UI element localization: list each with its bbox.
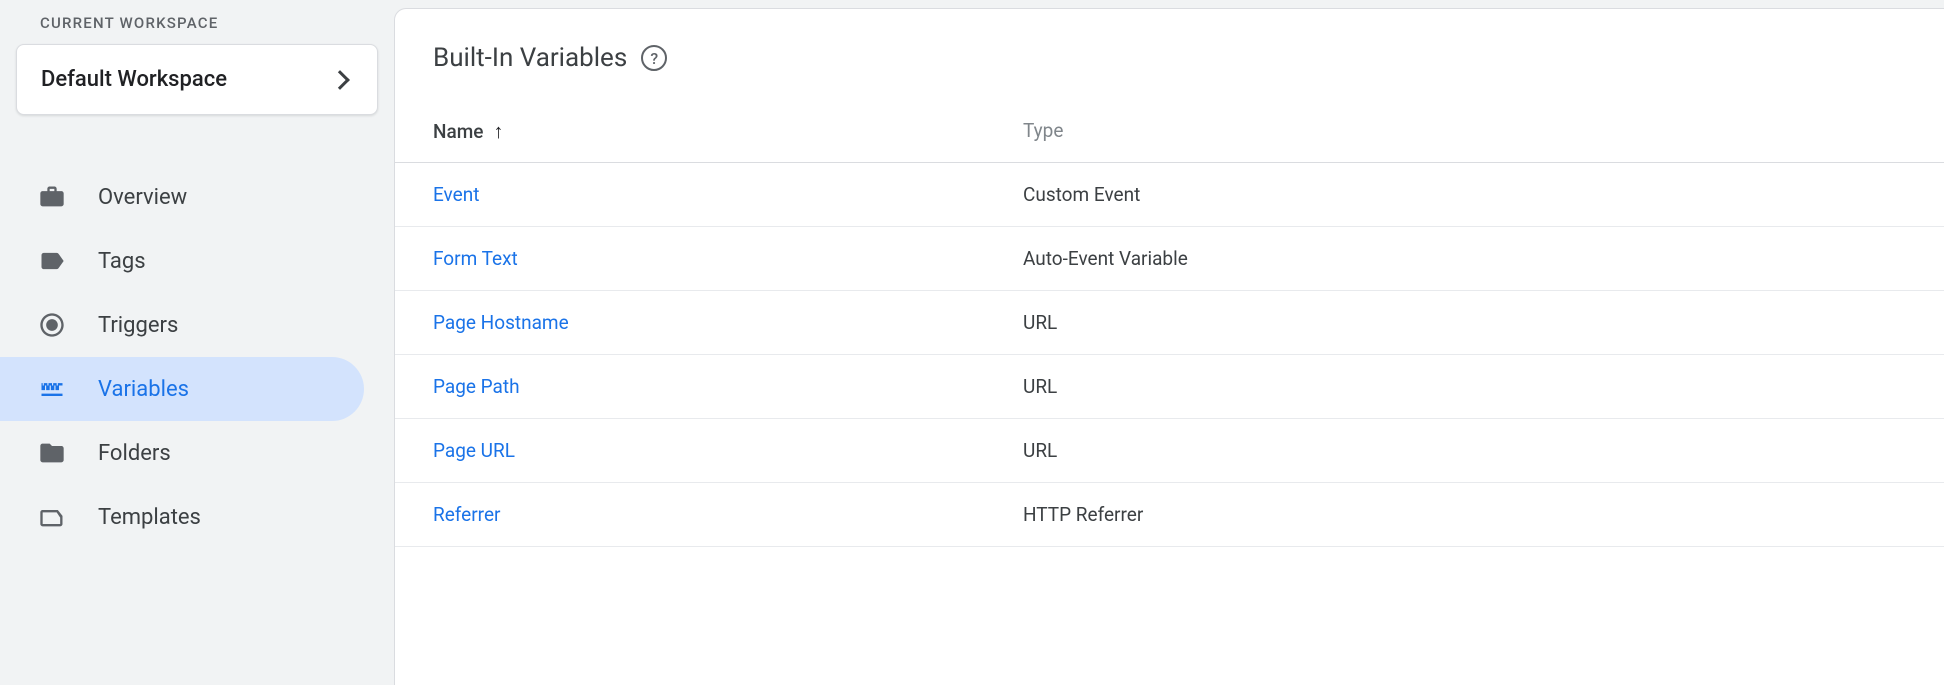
table-row[interactable]: Page Hostname URL <box>395 291 1944 355</box>
workspace-selector[interactable]: Default Workspace <box>16 44 378 115</box>
sidebar-item-overview[interactable]: Overview <box>0 165 364 229</box>
nav-label: Folders <box>98 441 171 466</box>
nav-label: Templates <box>98 505 201 530</box>
column-header-type[interactable]: Type <box>1023 119 1063 142</box>
variable-type: URL <box>1023 311 1944 334</box>
variable-type: Auto-Event Variable <box>1023 247 1944 270</box>
workspace-name: Default Workspace <box>41 67 227 92</box>
table-row[interactable]: Page Path URL <box>395 355 1944 419</box>
sidebar-item-tags[interactable]: Tags <box>0 229 364 293</box>
variable-name-link[interactable]: Page Hostname <box>433 311 1023 334</box>
variable-name-link[interactable]: Page URL <box>433 439 1023 462</box>
sidebar-item-variables[interactable]: Variables <box>0 357 364 421</box>
brick-icon <box>38 375 66 403</box>
variable-name-link[interactable]: Referrer <box>433 503 1023 526</box>
tag-icon <box>38 247 66 275</box>
table-header-row: Name ↑ Type <box>395 107 1944 163</box>
column-header-name[interactable]: Name <box>433 120 483 143</box>
variable-type: HTTP Referrer <box>1023 503 1944 526</box>
panel-header: Built-In Variables ? <box>395 43 1944 73</box>
template-icon <box>38 503 66 531</box>
sidebar-item-triggers[interactable]: Triggers <box>0 293 364 357</box>
sidebar: CURRENT WORKSPACE Default Workspace Over… <box>0 0 394 685</box>
sidebar-nav: Overview Tags Triggers Variables Folders <box>0 165 394 549</box>
variable-type: URL <box>1023 439 1944 462</box>
variable-name-link[interactable]: Event <box>433 183 1023 206</box>
variable-name-link[interactable]: Page Path <box>433 375 1023 398</box>
target-icon <box>38 311 66 339</box>
briefcase-icon <box>38 183 66 211</box>
sidebar-item-folders[interactable]: Folders <box>0 421 364 485</box>
table-row[interactable]: Referrer HTTP Referrer <box>395 483 1944 547</box>
variable-type: Custom Event <box>1023 183 1944 206</box>
nav-label: Triggers <box>98 313 178 338</box>
table-row[interactable]: Page URL URL <box>395 419 1944 483</box>
table-row[interactable]: Event Custom Event <box>395 163 1944 227</box>
variable-type: URL <box>1023 375 1944 398</box>
panel-title: Built-In Variables <box>433 43 627 73</box>
chevron-right-icon <box>330 70 350 90</box>
sidebar-item-templates[interactable]: Templates <box>0 485 364 549</box>
nav-label: Tags <box>98 249 146 274</box>
table-row[interactable]: Form Text Auto-Event Variable <box>395 227 1944 291</box>
nav-label: Overview <box>98 185 187 210</box>
variable-name-link[interactable]: Form Text <box>433 247 1023 270</box>
nav-label: Variables <box>98 377 189 402</box>
folder-icon <box>38 439 66 467</box>
help-icon[interactable]: ? <box>641 45 667 71</box>
main-content: Built-In Variables ? Name ↑ Type Event C… <box>394 8 1944 685</box>
workspace-section-label: CURRENT WORKSPACE <box>0 14 394 32</box>
sort-ascending-icon: ↑ <box>493 119 503 144</box>
